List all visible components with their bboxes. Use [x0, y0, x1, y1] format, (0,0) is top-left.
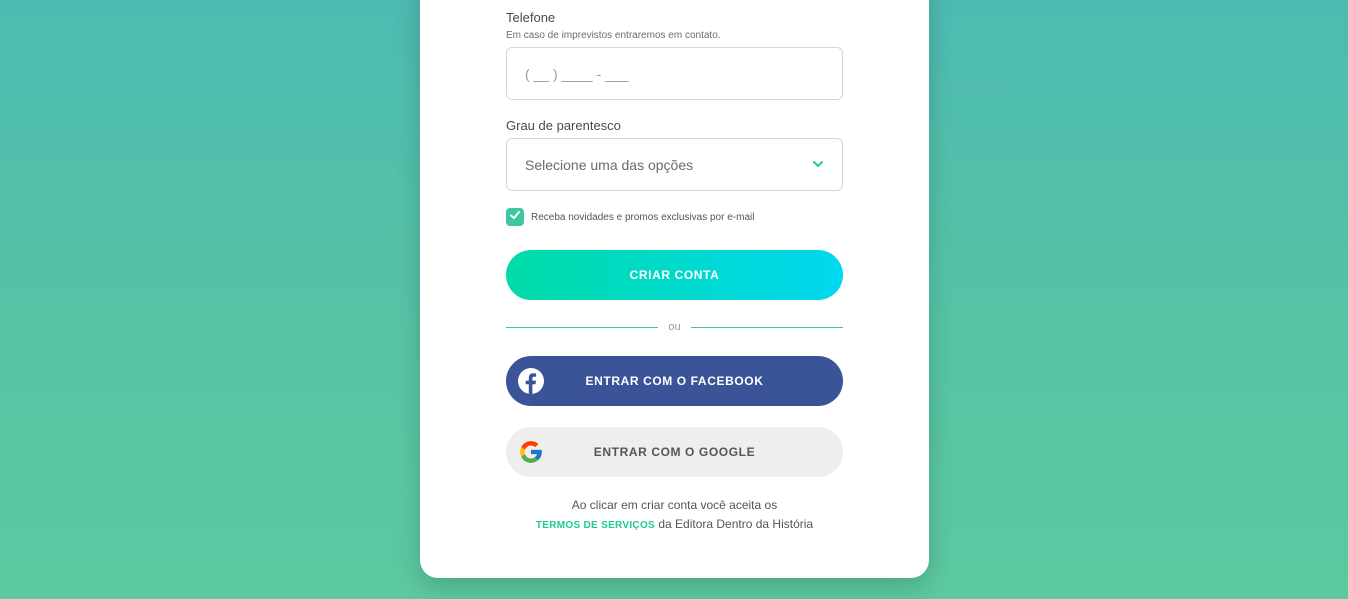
divider-line-left	[506, 326, 659, 328]
divider-line-right	[690, 326, 843, 328]
facebook-button-label: ENTRAR COM O FACEBOOK	[585, 374, 764, 388]
relationship-select[interactable]: Selecione uma das opções	[506, 138, 843, 191]
phone-label: Telefone	[506, 10, 556, 25]
newsletter-checkbox[interactable]	[506, 208, 524, 226]
google-icon	[518, 439, 544, 465]
terms-line-1: Ao clicar em criar conta você aceita os	[571, 498, 778, 512]
terms-line-2-text: da Editora Dentro da História	[655, 517, 814, 531]
phone-field-wrapper	[506, 47, 843, 100]
terms-line-2: TERMOS DE SERVIÇOS da Editora Dentro da …	[506, 515, 843, 535]
google-login-button[interactable]: ENTRAR COM O GOOGLE	[506, 427, 843, 477]
phone-hint: Em caso de imprevistos entraremos em con…	[506, 30, 721, 41]
newsletter-label: Receba novidades e promos exclusivas por…	[531, 211, 755, 223]
chevron-down-icon	[812, 157, 824, 173]
facebook-icon	[518, 368, 544, 394]
phone-input[interactable]	[525, 65, 824, 82]
signup-card: Telefone Em caso de imprevistos entrarem…	[420, 0, 929, 578]
or-divider: ou	[506, 321, 843, 333]
check-icon	[509, 208, 521, 226]
facebook-login-button[interactable]: ENTRAR COM O FACEBOOK	[506, 356, 843, 406]
create-account-button[interactable]: CRIAR CONTA	[506, 250, 843, 300]
newsletter-row: Receba novidades e promos exclusivas por…	[506, 208, 754, 226]
relationship-label: Grau de parentesco	[506, 118, 621, 133]
google-button-label: ENTRAR COM O GOOGLE	[593, 445, 756, 459]
terms-of-service-link[interactable]: TERMOS DE SERVIÇOS	[536, 520, 655, 531]
relationship-selected-value: Selecione uma das opções	[525, 156, 694, 173]
divider-text: ou	[668, 321, 681, 333]
terms-notice: Ao clicar em criar conta você aceita os …	[506, 496, 843, 535]
